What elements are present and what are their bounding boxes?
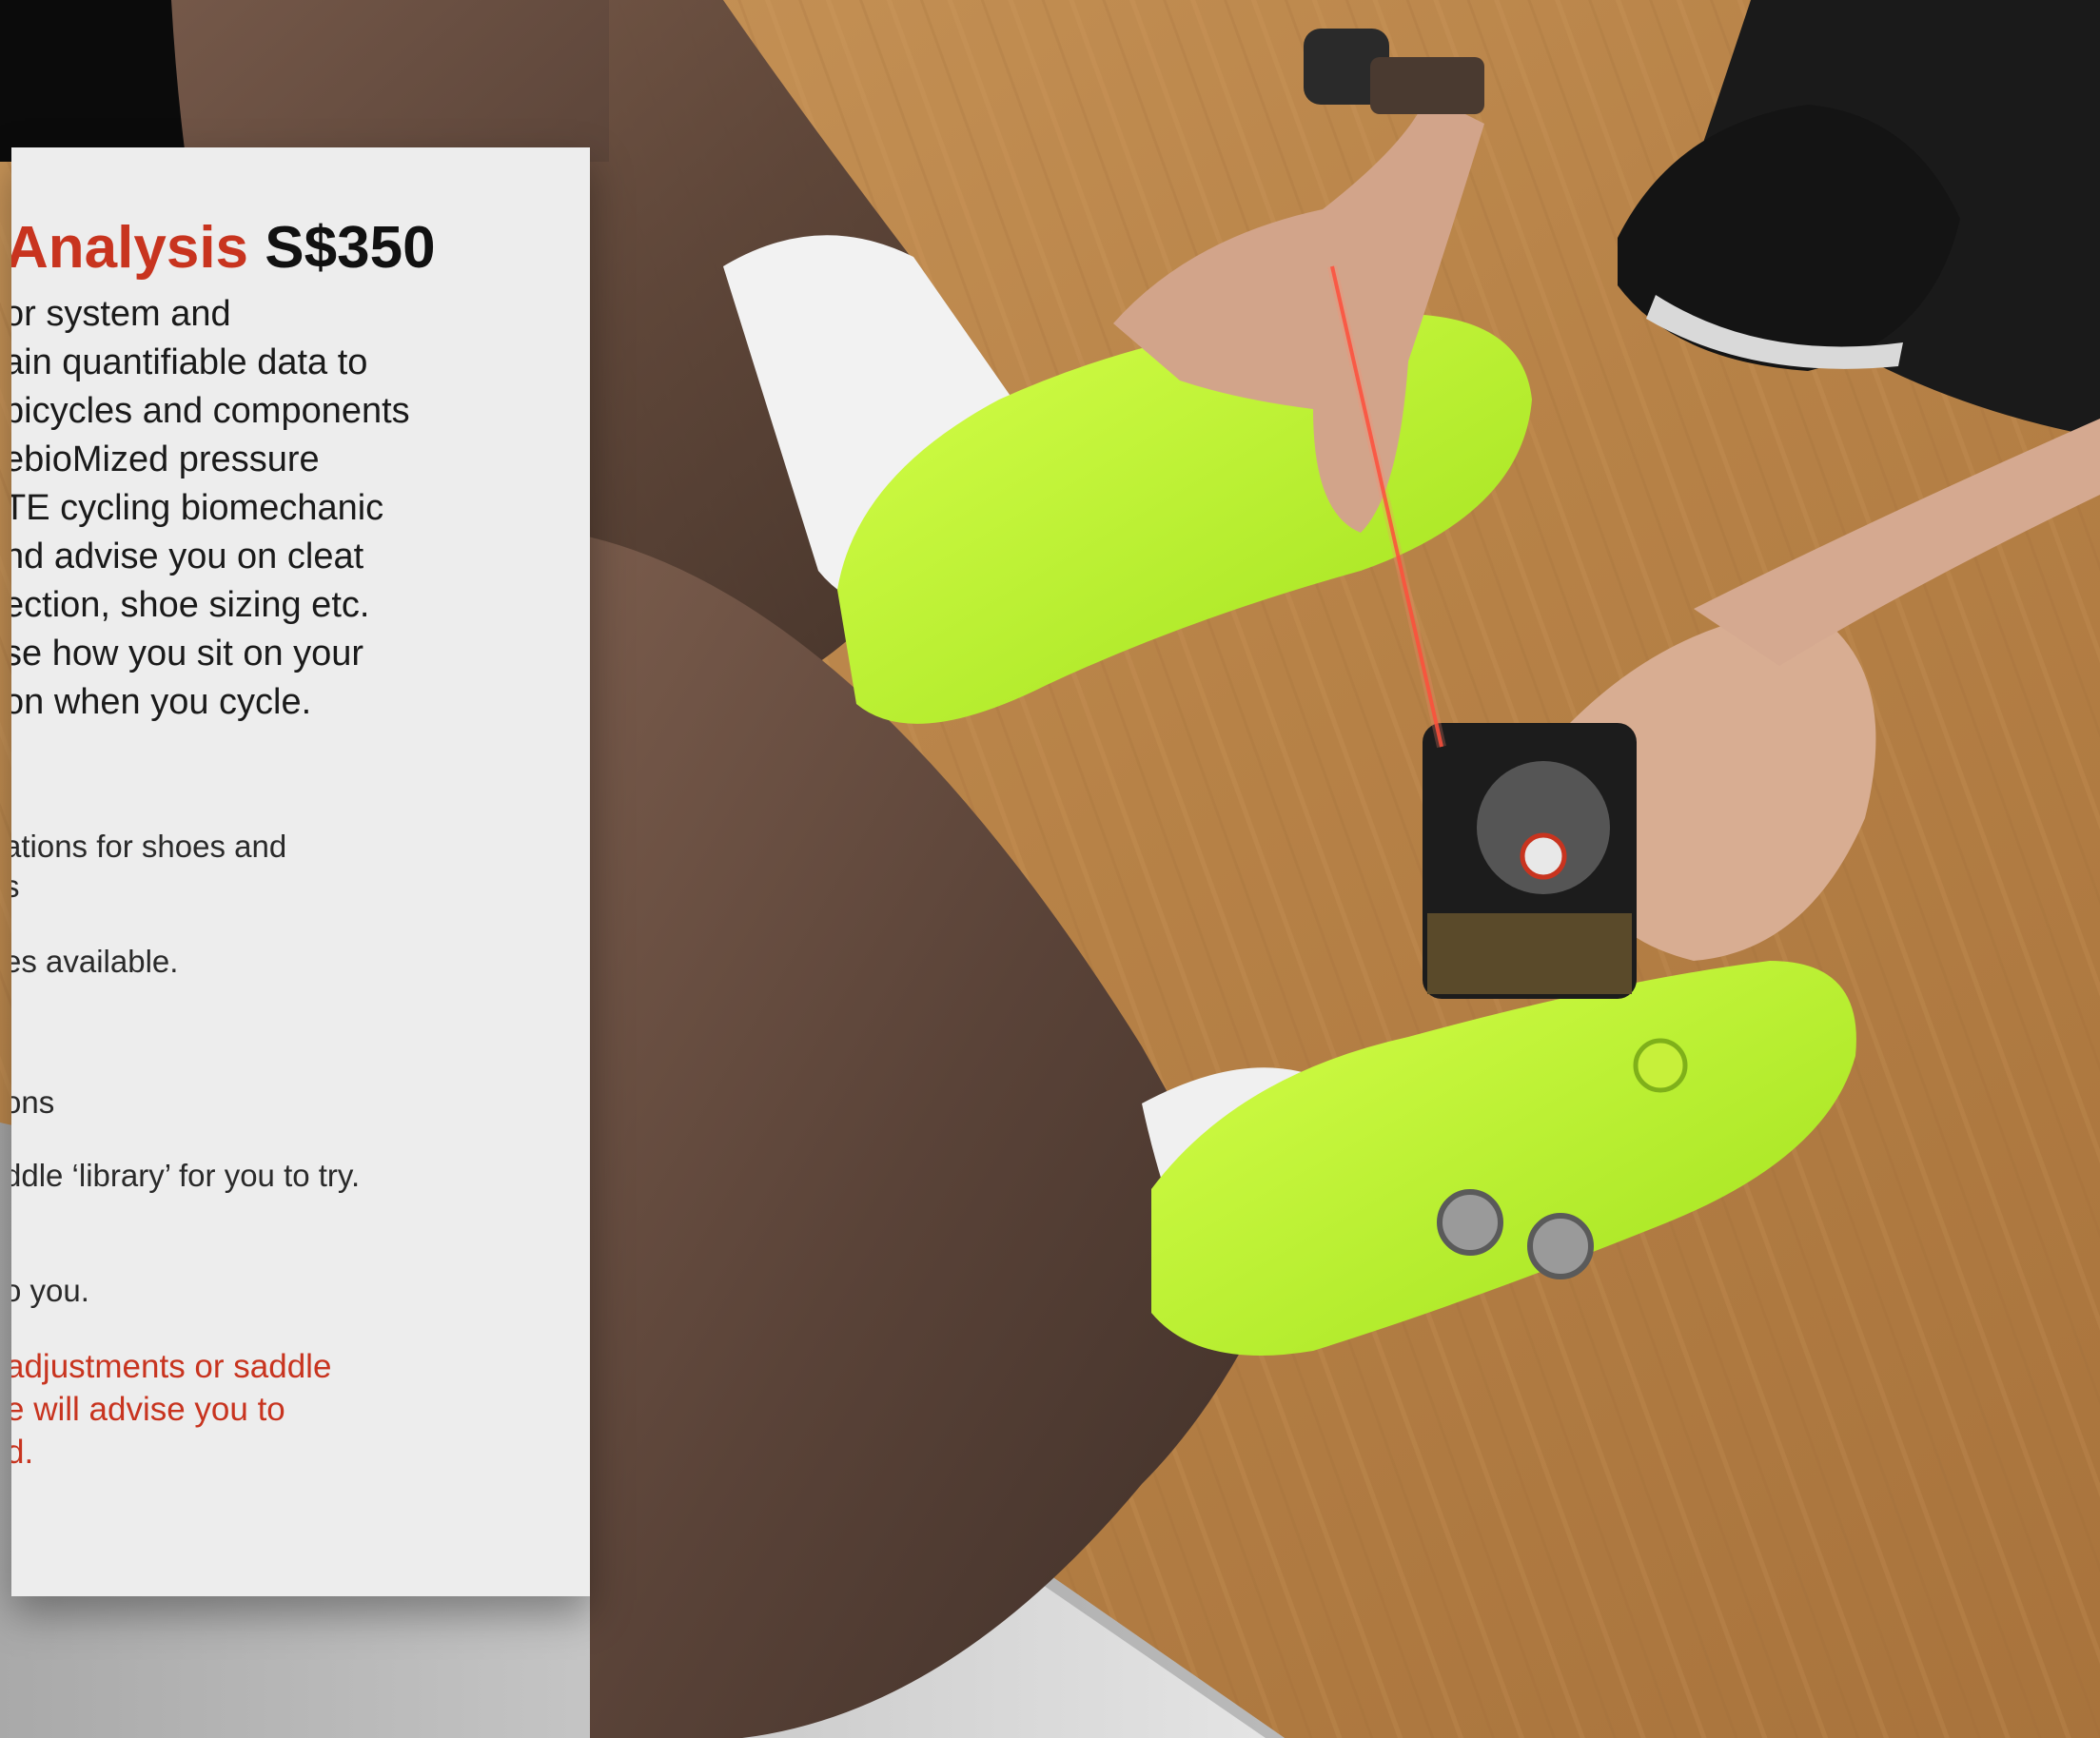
description-line: se how you sit on your — [11, 634, 364, 674]
list-item: o you. — [11, 1273, 89, 1308]
description-line: or system and — [11, 294, 231, 334]
description-line: ebioMized pressure — [11, 439, 320, 479]
description-line: TE cycling biomechanic — [11, 488, 384, 528]
list-item: s — [11, 869, 20, 904]
title-price: S$350 — [265, 215, 436, 281]
description-line: on when you cycle. — [11, 682, 312, 722]
note-line: adjustments or saddle — [11, 1348, 332, 1385]
list-item: es available. — [11, 944, 179, 979]
list-item: ons — [11, 1084, 55, 1120]
list-item: ddle ‘library’ for you to try. — [11, 1158, 361, 1193]
description-line: ection, shoe sizing etc. — [11, 585, 370, 625]
card-title: Analysis S$350 — [11, 219, 436, 278]
note: adjustments or saddle e will advise you … — [11, 1345, 331, 1474]
note-line: d. — [11, 1434, 34, 1471]
description: or system and ain quantifiable data to b… — [11, 290, 410, 727]
service-info-card: Analysis S$350 or system and ain quantif… — [11, 147, 590, 1596]
description-line: nd advise you on cleat — [11, 537, 364, 576]
description-line: ain quantifiable data to — [11, 342, 368, 382]
note-line: e will advise you to — [11, 1391, 285, 1428]
description-line: bicycles and components — [11, 391, 410, 431]
list-item: ations for shoes and — [11, 829, 287, 864]
title-analysis: Analysis — [11, 215, 249, 281]
